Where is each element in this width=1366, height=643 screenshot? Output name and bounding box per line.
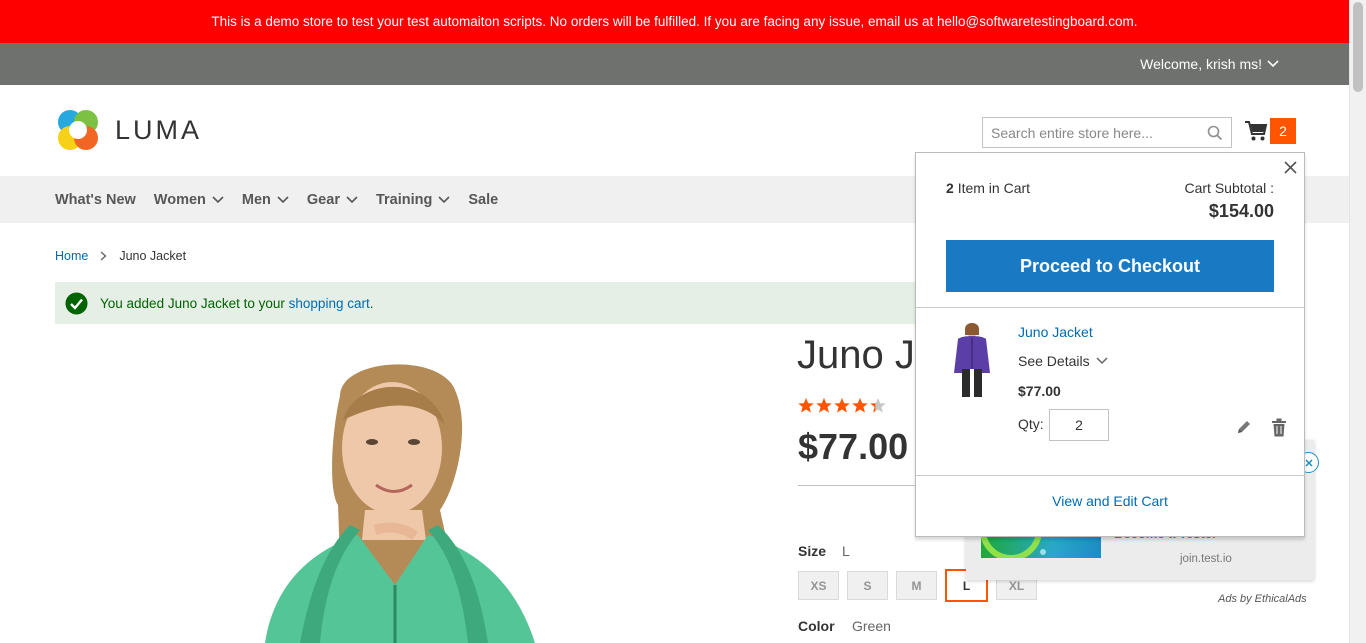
logo-text: LUMA — [115, 114, 203, 145]
nav-item-sale[interactable]: Sale — [468, 192, 498, 208]
items-total: 2 Item in Cart — [946, 180, 1030, 196]
message-text-suffix: . — [369, 295, 374, 311]
ads-attribution[interactable]: Ads by EthicalAds — [1218, 593, 1307, 605]
shopping-cart-link[interactable]: shopping cart — [289, 296, 370, 311]
cart-item-price: $77.00 — [1018, 383, 1061, 399]
rating-stars — [798, 398, 886, 413]
cart-item-thumbnail[interactable] — [946, 321, 998, 399]
product-rating[interactable] — [798, 397, 890, 420]
breadcrumb: Home Juno Jacket — [55, 249, 186, 263]
subtotal-label: Cart Subtotal : — [1184, 180, 1275, 196]
color-selected-value: Green — [852, 618, 891, 634]
nav-item-gear[interactable]: Gear — [307, 192, 358, 208]
see-details-toggle[interactable]: See Details — [1018, 353, 1108, 369]
nav-item-men[interactable]: Men — [242, 192, 289, 208]
message-text-prefix: You added Juno Jacket to your — [100, 295, 285, 311]
ad-domain: join.test.io — [1180, 553, 1232, 565]
trash-icon[interactable] — [1271, 418, 1287, 437]
size-option-s[interactable]: S — [847, 571, 888, 600]
search-input[interactable] — [983, 118, 1193, 147]
view-and-edit-cart-link[interactable]: View and Edit Cart — [916, 493, 1304, 509]
chevron-right-icon — [100, 251, 107, 261]
product-image[interactable] — [240, 350, 610, 643]
demo-store-banner: This is a demo store to test your test a… — [0, 0, 1349, 43]
checkmark-icon — [65, 292, 88, 314]
product-price: $77.00 — [798, 426, 909, 467]
cart-item-name-link[interactable]: Juno Jacket — [1018, 324, 1093, 340]
cart-counter-badge: 2 — [1270, 118, 1296, 144]
cart-icon — [1245, 121, 1268, 141]
nav-item-women[interactable]: Women — [154, 192, 224, 208]
welcome-text: Welcome, krish ms! — [1140, 56, 1262, 72]
size-selected-value: L — [842, 543, 850, 559]
size-option-m[interactable]: M — [896, 571, 937, 600]
color-label: Color — [798, 618, 835, 634]
size-option-xs[interactable]: XS — [798, 571, 839, 600]
breadcrumb-home-link[interactable]: Home — [55, 249, 88, 263]
nav-item-training[interactable]: Training — [376, 192, 450, 208]
chevron-down-icon — [346, 195, 358, 203]
page-scrollbar[interactable] — [1349, 0, 1366, 643]
minicart-divider — [916, 307, 1304, 308]
chevron-down-icon — [277, 195, 289, 203]
success-message: You added Juno Jacket to your shopping c… — [55, 282, 935, 324]
chevron-down-icon — [1096, 357, 1108, 365]
search-box[interactable] — [982, 117, 1232, 148]
qty-input[interactable] — [1049, 409, 1109, 441]
size-label: Size — [798, 543, 827, 559]
customer-welcome[interactable]: Welcome, krish ms! — [1140, 43, 1279, 85]
cart-item-photo — [954, 323, 990, 397]
minicart-button[interactable]: 2 — [1244, 118, 1296, 144]
search-icon[interactable] — [1207, 125, 1223, 141]
pencil-icon[interactable] — [1236, 419, 1252, 435]
proceed-to-checkout-button[interactable]: Proceed to Checkout — [946, 240, 1274, 292]
close-icon — [1283, 160, 1297, 174]
see-details-label: See Details — [1018, 353, 1090, 369]
close-icon — [1304, 458, 1313, 467]
items-count: 2 — [946, 180, 954, 196]
luma-logo[interactable]: LUMA — [55, 107, 202, 153]
scrollbar-thumb[interactable] — [1353, 2, 1363, 92]
logo-icon — [58, 110, 98, 150]
banner-text: This is a demo store to test your test a… — [211, 14, 1138, 29]
product-photo — [265, 364, 535, 643]
minicart-dropdown: 2 Item in Cart Cart Subtotal : $154.00 P… — [915, 152, 1305, 537]
minicart-close-button[interactable] — [1280, 157, 1300, 177]
breadcrumb-current: Juno Jacket — [119, 249, 187, 263]
qty-label: Qty: — [1018, 416, 1044, 432]
chevron-down-icon — [1267, 60, 1279, 68]
items-label: Item in Cart — [957, 180, 1031, 196]
chevron-down-icon — [438, 195, 450, 203]
header-panel: Welcome, krish ms! — [0, 43, 1349, 85]
nav-item-whats-new[interactable]: What's New — [55, 192, 136, 208]
chevron-down-icon — [212, 195, 224, 203]
subtotal-amount: $154.00 — [1208, 201, 1274, 221]
minicart-divider-bottom — [916, 475, 1304, 476]
